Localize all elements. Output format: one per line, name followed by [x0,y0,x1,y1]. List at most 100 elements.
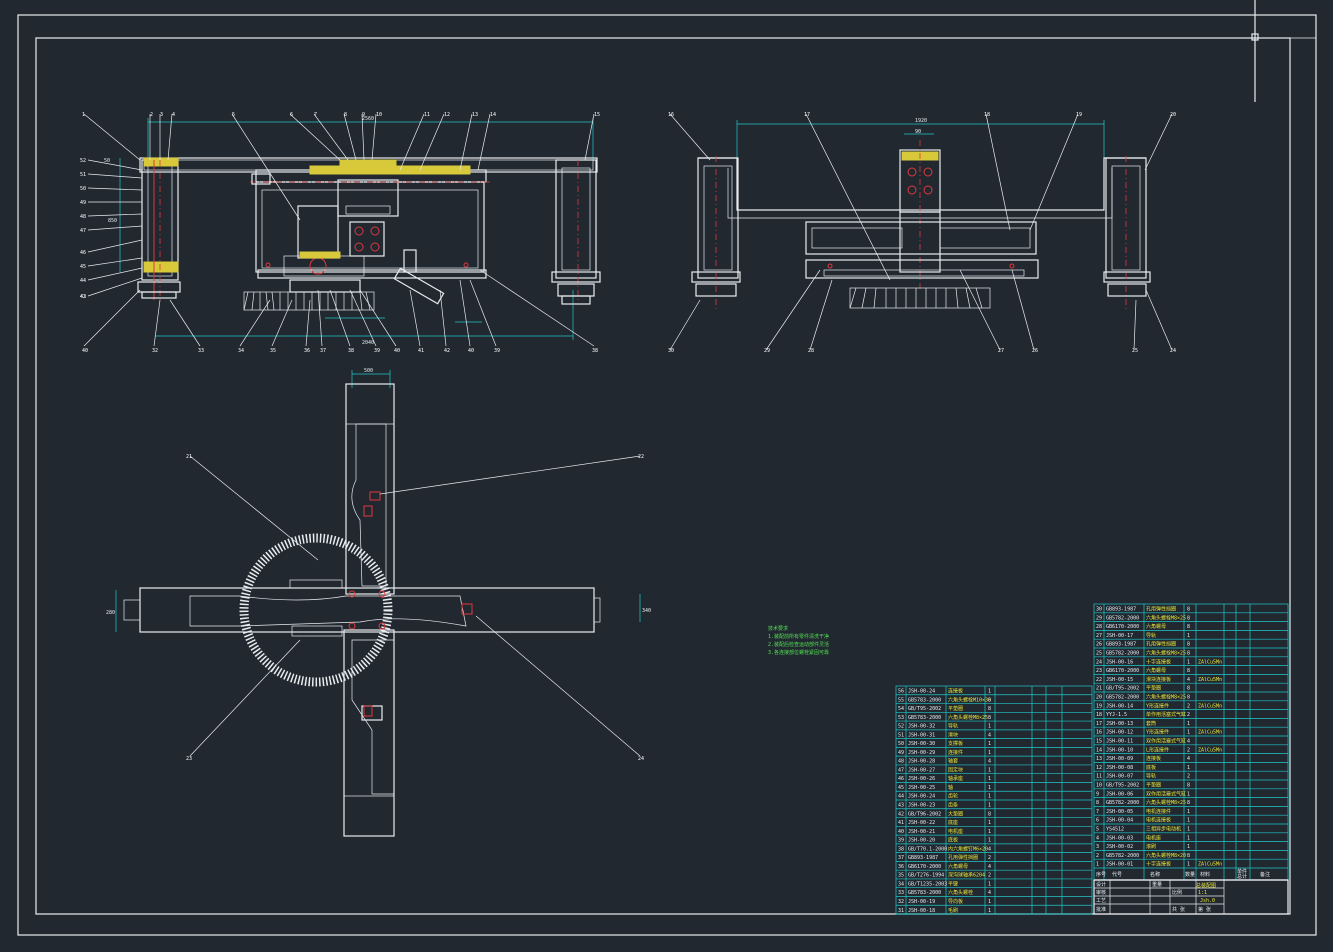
bom-right-code: GB/T95-2002 [1106,783,1139,789]
balloon-plan: 22 [638,454,644,460]
tb-drawing-name: 总装配图 [1196,882,1216,889]
bom-left-code: GB/T95-2002 [908,706,941,712]
front-view[interactable] [83,113,601,347]
bom-header-total: 总计 [1237,873,1247,880]
balloon-front-bottom: 32 [152,348,158,354]
bom-right-material: ZAlCu5Mn [1198,747,1222,753]
bom-left-qty: 1 [988,724,991,730]
balloon-front-bottom: 37 [320,348,326,354]
bom-right-code: JSH-00-05 [1106,809,1133,815]
bom-left-qty: 1 [988,785,991,791]
bom-right-code: JSH-00-08 [1106,765,1133,771]
dim-side-small: 90 [915,129,921,135]
bom-header: 序号 代号 名称 数量 材料 单件 总计 备注 [1096,868,1270,880]
tb-process: 工艺 [1096,898,1106,904]
bom-left-no: 46 [898,776,904,782]
bom-right-no: 19 [1096,703,1102,709]
balloon-front-bottom: 35 [270,348,276,354]
bom-right-name: 底板 [1146,764,1156,771]
bom-left-code: JSH-00-32 [908,724,935,730]
bom-right-no: 12 [1096,765,1102,771]
balloon-front-left: 45 [80,264,86,270]
bom-right-name: L形连接件 [1146,746,1169,753]
bom-right-name: 平垫圈 [1146,782,1161,789]
bom-left-name: 导轨 [948,723,958,730]
bom-left-code: JSH-00-22 [908,820,935,826]
bom-right-no: 29 [1096,615,1102,621]
bom-right-qty: 1 [1187,818,1190,824]
bom-right-name: 套筒 [1146,720,1156,727]
bom-left-code: JSH-00-18 [908,908,935,914]
bom-left-qty: 4 [988,864,991,870]
tb-page: 第 张 [1198,906,1211,913]
balloon-front-bottom: 42 [444,348,450,354]
bom-right-code: JSH-00-09 [1106,756,1133,762]
bom-left-no: 41 [898,820,904,826]
bom-left-name: 导向板 [948,898,963,905]
bom-right-code: JSH-00-16 [1106,659,1133,665]
cad-viewport[interactable]: { "notes": { "heading": "技术要求", "lines":… [0,0,1333,952]
bom-header-remark: 备注 [1260,871,1270,878]
bom-right-no: 8 [1096,800,1099,806]
bom-left-no: 43 [898,803,904,809]
plan-view[interactable] [115,370,641,837]
bom-left-name: 齿条 [948,802,958,809]
balloon-front-top: 15 [594,112,600,118]
bom-right-code: JSH-00-15 [1106,677,1133,683]
bom-right-name: 电机连接板 [1146,817,1171,824]
bom-right-qty: 1 [1187,659,1190,665]
bom-left-name: 电机座 [948,828,963,835]
balloon-front-left: 48 [80,214,86,220]
notes-line-1: 1.装配前所有零件清洗干净 [768,633,829,640]
balloon-front-left: 50 [80,186,86,192]
bom-right-code: JSH-00-01 [1106,862,1133,868]
bom-left-code: JSH-00-26 [908,776,935,782]
bom-left-name: 平垫圈 [948,705,963,712]
tb-design: 设计 [1096,881,1106,888]
bom-left-name: 轴承座 [948,775,963,782]
front-carriage [255,181,485,273]
bom-left-code: GB893-1987 [908,855,938,861]
bom-left-no: 38 [898,846,904,852]
bom-left-code: GB6170-2000 [908,864,941,870]
bom-right-name: 十字连接板 [1146,658,1171,665]
bom-left-qty: 8 [988,697,991,703]
bom-right-code: JSH-00-12 [1106,730,1133,736]
bom-right-no: 16 [1096,730,1102,736]
bom-right-qty: 1 [1187,827,1190,833]
bom-left-code: GB5783-2000 [908,715,941,721]
bom-right-qty: 2 [1187,703,1190,709]
title-block[interactable] [1093,879,1289,915]
bom-right-code: JSH-00-06 [1106,791,1133,797]
bom-left-code: JSH-00-31 [908,732,935,738]
bom-left-qty: 1 [988,767,991,773]
bom-left-qty: 1 [988,899,991,905]
bom-left-qty: 4 [988,846,991,852]
bom-right-code: YYJ-1.5 [1106,712,1127,718]
balloon-front-top: 2 [150,112,153,118]
side-view[interactable] [669,113,1173,351]
bom-right-no: 9 [1096,791,1099,797]
dimension-texts: 2560 850 50 2040 1920 90 500 280 340 [104,116,927,616]
balloon-front-bottom: 38 [348,348,354,354]
bom-right-no: 25 [1096,651,1102,657]
balloon-front-bottom: 34 [238,348,244,354]
bom-right-no: 27 [1096,633,1102,639]
bom-right-code: JSH-00-03 [1106,835,1133,841]
balloon-side-top: 16 [668,112,674,118]
bom-right-material: ZAlCu5Mn [1198,703,1222,709]
dim-side-top: 1920 [915,118,927,124]
dim-plan-top: 500 [364,368,373,374]
bom-left-no: 48 [898,759,904,765]
balloon-front-top: 5 [232,112,235,118]
bom-left-code: GB5783-2000 [908,890,941,896]
bom-right-no: 22 [1096,677,1102,683]
balloon-side-bottom: 24 [1170,348,1176,354]
balloon-front-bottom: 33 [198,348,204,354]
balloon-front-left: 52 [80,158,86,164]
bom-right-code: JSH-00-07 [1106,774,1133,780]
bom-left-qty: 8 [988,706,991,712]
bom-left-qty: 1 [988,689,991,695]
bom-right-name: 孔用弹性挡圈 [1146,606,1176,613]
bom-left-name: 支撑板 [948,740,963,747]
